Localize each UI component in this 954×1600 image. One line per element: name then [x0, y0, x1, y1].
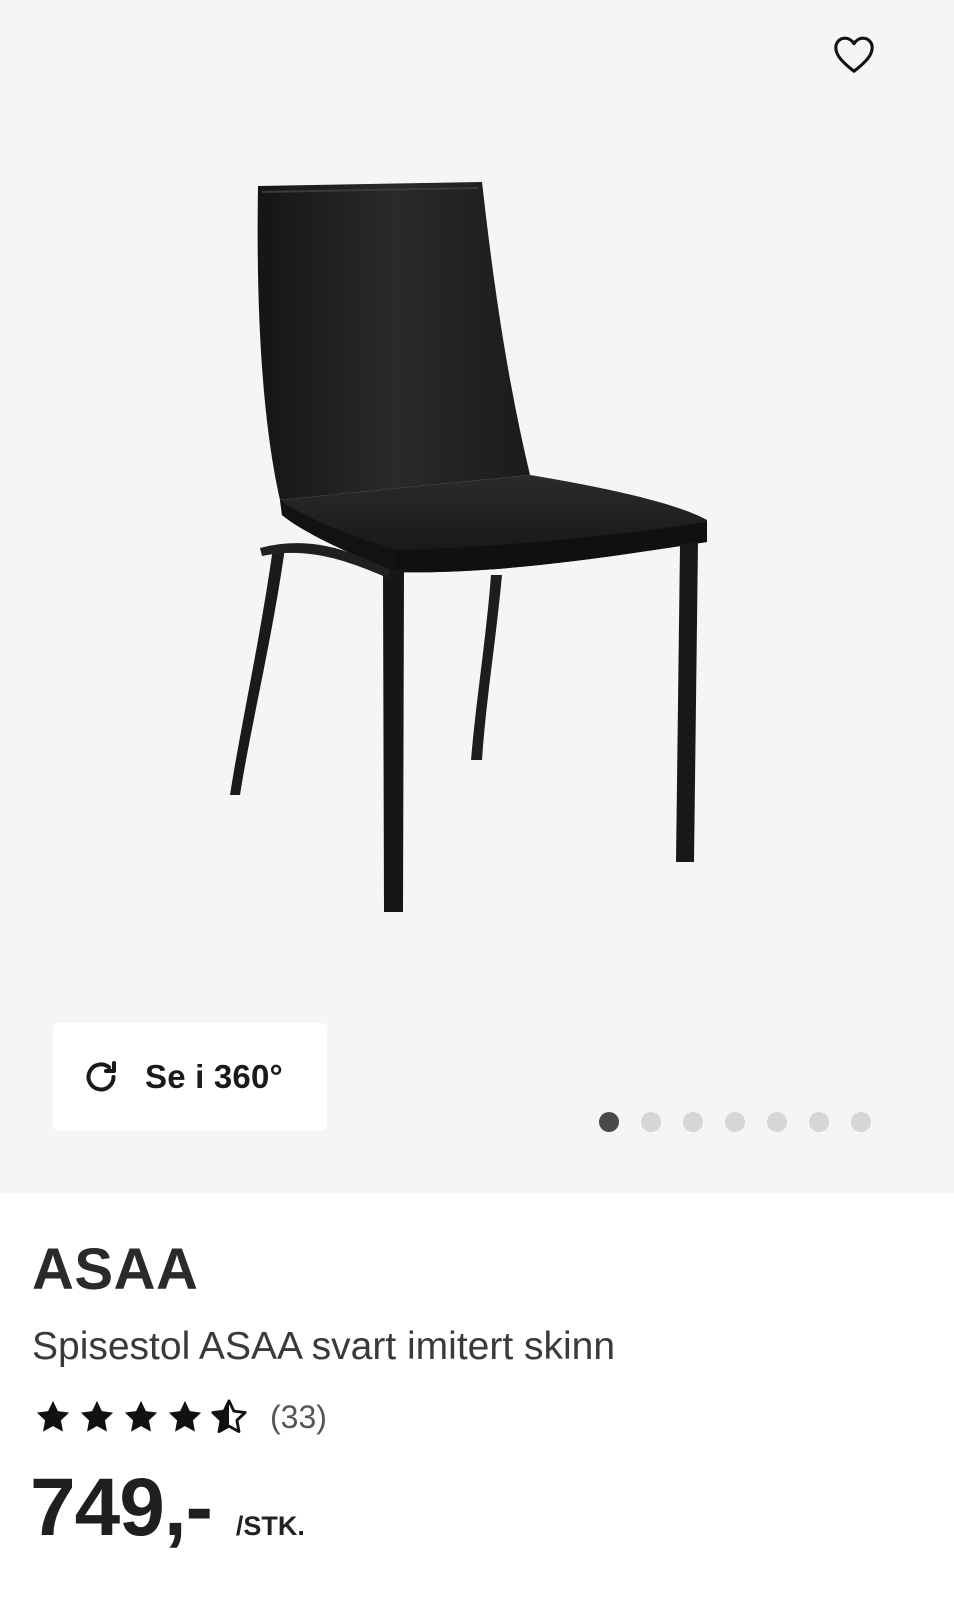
carousel-dot[interactable]: [851, 1112, 871, 1132]
review-count: (33): [270, 1398, 327, 1435]
star-half-icon: [211, 1399, 247, 1433]
favorite-button[interactable]: [826, 26, 882, 82]
product-brand: ASAA: [32, 1237, 199, 1302]
view-360-button[interactable]: Se i 360°: [53, 1023, 327, 1131]
rating-stars: [34, 1398, 248, 1436]
product-price: 749,-: [30, 1462, 213, 1553]
product-info: ASAA Spisestol ASAA svart imitert skinn …: [0, 1193, 954, 1600]
carousel-dot[interactable]: [809, 1112, 829, 1132]
price-unit: /STK.: [235, 1511, 305, 1541]
product-rating[interactable]: (33): [34, 1398, 327, 1436]
carousel-dots: [599, 1112, 871, 1132]
carousel-dot[interactable]: [767, 1112, 787, 1132]
view-360-label: Se i 360°: [145, 1058, 283, 1095]
carousel-dot[interactable]: [599, 1112, 619, 1132]
star-full-icon: [124, 1400, 158, 1432]
price-row: 749,- /STK.: [30, 1461, 305, 1555]
product-gallery: Se i 360°: [0, 0, 954, 1193]
carousel-dot[interactable]: [725, 1112, 745, 1132]
rotate-icon: [86, 1061, 116, 1092]
star-full-icon: [168, 1400, 202, 1432]
star-full-icon: [80, 1400, 114, 1432]
carousel-dot[interactable]: [683, 1112, 703, 1132]
product-description: Spisestol ASAA svart imitert skinn: [32, 1325, 616, 1368]
star-full-icon: [36, 1400, 70, 1432]
product-image[interactable]: [200, 170, 760, 950]
heart-outline-icon: [834, 36, 874, 73]
carousel-dot[interactable]: [641, 1112, 661, 1132]
